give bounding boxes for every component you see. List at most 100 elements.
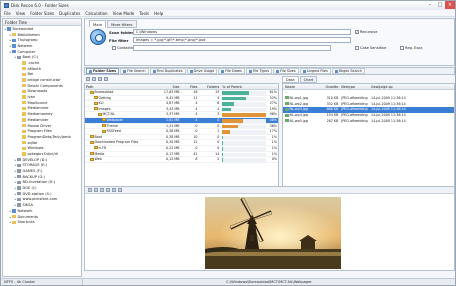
image-file-icon [285, 107, 289, 111]
containing-input[interactable] [133, 45, 331, 51]
tab-find-duplicates[interactable]: Find Duplicates [149, 68, 186, 74]
folder-icon [17, 175, 21, 179]
tab-file-types[interactable]: File Types [245, 68, 273, 74]
menu-item-calculation[interactable]: Calculation [85, 11, 107, 16]
tree-item-label: sqlite [27, 140, 38, 145]
tool-tabs: Folder Sizes File Search Find Duplicates Dr… [84, 67, 455, 75]
windmill-photo [205, 197, 341, 269]
folder-icon [22, 106, 26, 111]
row-percent: 53% [220, 96, 278, 101]
image-file-icon [285, 102, 289, 106]
up-icon[interactable] [92, 77, 96, 81]
tab-more-filters[interactable]: More filters [107, 20, 137, 28]
reg-expr-checkbox[interactable]: Reg. Expr. [400, 46, 423, 50]
row-folders: 3 [217, 112, 220, 117]
col-file-size[interactable]: Grootte [321, 84, 341, 89]
export-icon[interactable] [104, 77, 108, 81]
tree-item-label: Boot (C:) [22, 55, 39, 60]
case-sensitive-checkbox[interactable]: Case Sensitive [355, 46, 386, 50]
row-path: fr-FR [85, 146, 153, 151]
row-files: 42 [193, 151, 198, 156]
row-path: Wallpaper [85, 118, 153, 123]
grid-toolbar [84, 76, 279, 82]
scan-folder-input[interactable]: C:\Windows [133, 29, 351, 35]
tree-item-label: Mediaminer [27, 106, 49, 111]
row-path-label: fr-FR [98, 145, 107, 150]
tab-file-sizes[interactable]: File Sizes [273, 68, 299, 74]
folder-icon [94, 107, 98, 111]
tab-file-dates[interactable]: File Dates [218, 68, 245, 74]
col-path[interactable]: Path [85, 84, 153, 89]
menu-bar: File View Folder Sizes Duplicates Calculatio… [1, 10, 455, 17]
tab-label: File Dates [225, 69, 242, 73]
menu-item-tools[interactable]: Tools [139, 11, 149, 16]
row-folders: 15 [215, 90, 220, 94]
percent-track [222, 135, 267, 140]
file-name-label: NL-wp3.jpg [289, 107, 308, 112]
row-folders: 6 [217, 101, 220, 106]
file-filter-input[interactable]: Images = *.jpg;*.gif;*.bmp;*.png;*.psd [133, 37, 351, 43]
row-percent: 1% [220, 135, 278, 140]
zoom-in-icon[interactable] [88, 188, 92, 192]
folder-icon [22, 89, 26, 94]
scan-start-icon[interactable] [90, 29, 106, 45]
menu-item-view[interactable]: View [16, 11, 26, 16]
close-button[interactable]: × [445, 1, 455, 9]
col-date[interactable]: Gewijzigd op [370, 84, 454, 89]
percent-track [222, 124, 267, 129]
tab-label: File Types [252, 69, 270, 73]
tree-item[interactable]: ▸ Shortcuts [3, 219, 81, 225]
tab-chart[interactable]: Chart [299, 76, 318, 83]
tab-main[interactable]: Main [89, 20, 107, 28]
file-row[interactable]: NL-wp5.jpg 287 KB JPEG-afbeelding 14-jul-20… [283, 119, 454, 125]
tab-data[interactable]: Data [282, 76, 299, 83]
tree-item-label: BD-Invetation (H:) [22, 180, 56, 185]
rotate-icon[interactable] [112, 188, 116, 192]
tab-label: Folder Sizes [93, 69, 117, 73]
tab-folder-sizes[interactable]: Folder Sizes [86, 68, 120, 74]
tree-item-label: pzkegbrcOd/nl/dl [27, 151, 58, 156]
col-percent[interactable]: % of Parent [220, 84, 278, 89]
col-files[interactable]: Files [181, 84, 199, 89]
tree-item-label: SIKSA [22, 203, 34, 208]
percent-track [222, 130, 267, 134]
recursive-checkbox[interactable]: ✓ Recursive [355, 30, 378, 34]
menu-item-folder-sizes[interactable]: Folder Sizes [30, 11, 54, 16]
menu-item-view-mode[interactable]: View Mode [113, 11, 135, 16]
tab-drive-usage[interactable]: Drive Usage [186, 68, 218, 74]
folder-icon [22, 101, 26, 105]
refresh-icon[interactable] [98, 77, 102, 81]
file-name-label: NL-wp1.jpg [289, 95, 308, 100]
row-path: Bureaublad [85, 90, 153, 95]
maximize-button[interactable]: □ [435, 1, 445, 9]
col-type[interactable]: Bestype [340, 84, 370, 89]
title-bar: Disk Recon 6.0 - Folder Sizes – □ × [1, 1, 455, 10]
tab-largest-files[interactable]: Largest Files [299, 68, 331, 74]
col-folders[interactable]: Folders [198, 84, 220, 89]
percent-bar [222, 91, 250, 95]
tab-file-search[interactable]: File Search [120, 68, 149, 74]
tab-regex-search[interactable]: Regex Search [331, 68, 365, 74]
percent-track [222, 107, 267, 112]
tree-item-label: Bibliotheken [17, 32, 40, 37]
slideshow-icon[interactable] [118, 188, 122, 192]
folder-icon [22, 72, 26, 77]
row-folders: 0 [217, 134, 220, 139]
col-name[interactable]: Naam [283, 84, 321, 89]
row-path: Getting [85, 96, 153, 101]
actual-size-icon[interactable] [106, 188, 110, 192]
menu-item-file[interactable]: File [4, 11, 11, 16]
back-icon[interactable] [86, 77, 90, 81]
row-folders: 14 [215, 151, 220, 156]
folder-icon [22, 135, 26, 139]
folder-icon [17, 186, 21, 190]
image-file-icon [285, 96, 289, 100]
minimize-button[interactable]: – [425, 1, 435, 9]
zoom-out-icon[interactable] [94, 188, 98, 192]
menu-item-duplicates[interactable]: Duplicates [59, 11, 80, 16]
fit-icon[interactable] [100, 188, 104, 192]
table-row[interactable]: Web 0,12 MB 8 2 0% [85, 157, 278, 163]
tab-icon [276, 69, 280, 73]
col-size[interactable]: Size [153, 84, 181, 89]
menu-item-help[interactable]: Help [154, 11, 163, 16]
